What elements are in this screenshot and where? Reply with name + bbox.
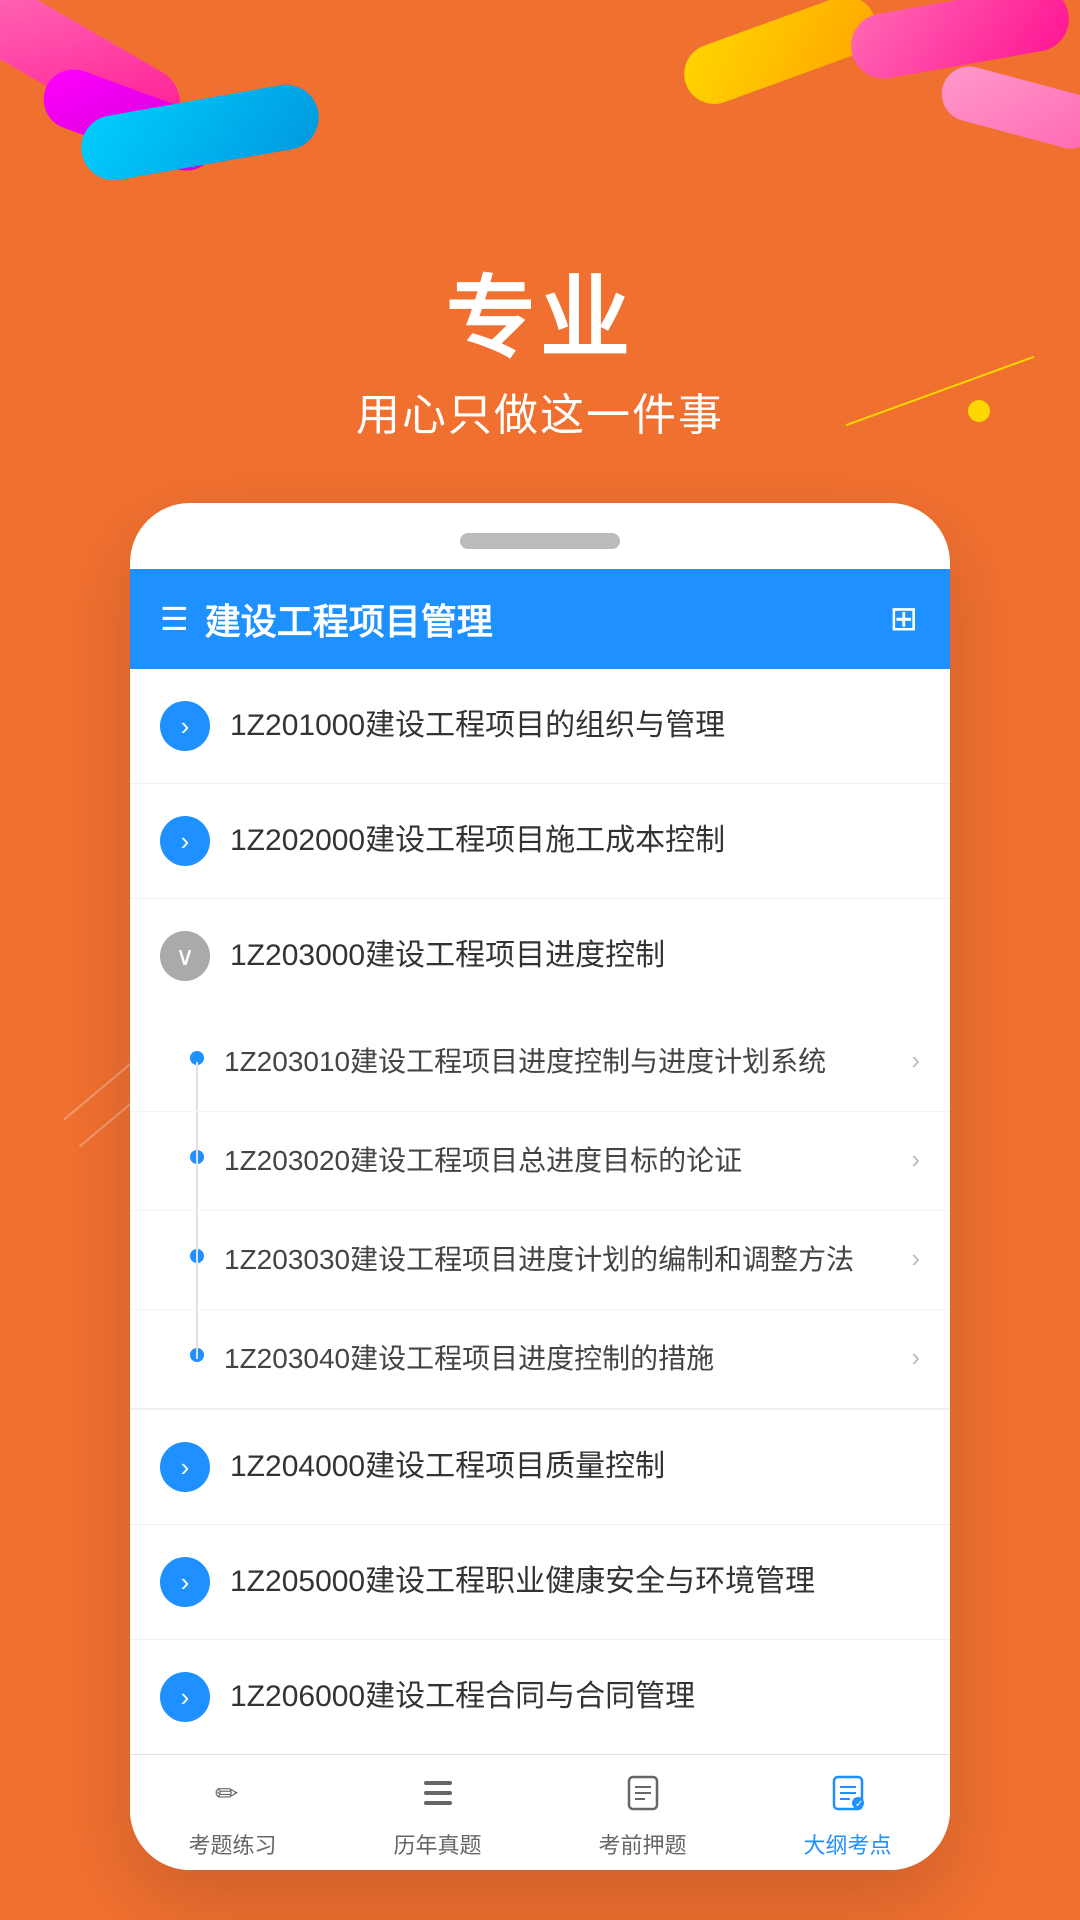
sub-chevron-right-icon: › <box>911 1045 920 1076</box>
list-container: › 1Z201000建设工程项目的组织与管理 › 1Z202000建设工程项目施… <box>130 669 950 1754</box>
chevron-right-icon: › <box>181 1682 190 1713</box>
sub-line <box>196 1211 198 1309</box>
list-item-1Z203000-group: ∨ 1Z203000建设工程项目进度控制 1Z203010建设工程项目进度控制与… <box>130 899 950 1410</box>
sub-chevron-right-icon: › <box>911 1144 920 1175</box>
nav-label-history: 历年真题 <box>393 1828 481 1860</box>
item-1Z201000-text: 1Z201000建设工程项目的组织与管理 <box>230 705 920 747</box>
nav-label-practice: 考题练习 <box>188 1828 276 1860</box>
app-header-left: ☰ 建设工程项目管理 <box>160 593 493 645</box>
item-1Z205000-icon: › <box>160 1557 210 1607</box>
sub-item-1Z203040[interactable]: 1Z203040建设工程项目进度控制的措施 › <box>130 1310 950 1409</box>
hero-section: 专业 用心只做这一件事 <box>0 0 1080 503</box>
item-1Z206000-text: 1Z206000建设工程合同与合同管理 <box>230 1676 920 1718</box>
nav-label-exam: 考前押题 <box>598 1828 686 1860</box>
svg-text:✓: ✓ <box>855 1799 863 1810</box>
history-icon <box>420 1775 456 1820</box>
list-item-1Z203000[interactable]: ∨ 1Z203000建设工程项目进度控制 <box>130 899 950 1013</box>
list-item-1Z201000[interactable]: › 1Z201000建设工程项目的组织与管理 <box>130 669 950 784</box>
exam-icon <box>625 1775 661 1820</box>
sub-item-1Z203020[interactable]: 1Z203020建设工程项目总进度目标的论证 › <box>130 1112 950 1211</box>
app-header-title: 建设工程项目管理 <box>205 593 493 645</box>
list-item-1Z206000[interactable]: › 1Z206000建设工程合同与合同管理 <box>130 1640 950 1754</box>
sub-item-1Z203030-text: 1Z203030建设工程项目进度计划的编制和调整方法 <box>224 1239 891 1281</box>
item-1Z204000-icon: › <box>160 1442 210 1492</box>
nav-item-history[interactable]: 历年真题 <box>335 1775 540 1860</box>
sub-item-1Z203020-text: 1Z203020建设工程项目总进度目标的论证 <box>224 1140 891 1182</box>
practice-icon: ✏ <box>215 1775 251 1820</box>
nav-item-practice[interactable]: ✏ 考题练习 <box>130 1775 335 1860</box>
list-item-1Z205000[interactable]: › 1Z205000建设工程职业健康安全与环境管理 <box>130 1525 950 1640</box>
nav-label-outline: 大纲考点 <box>803 1828 891 1860</box>
outline-icon: ✓ <box>830 1775 866 1820</box>
sub-item-1Z203010-text: 1Z203010建设工程项目进度控制与进度计划系统 <box>224 1041 891 1083</box>
sub-item-1Z203040-text: 1Z203040建设工程项目进度控制的措施 <box>224 1338 891 1380</box>
sub-line <box>196 1062 198 1111</box>
list-item-1Z204000[interactable]: › 1Z204000建设工程项目质量控制 <box>130 1410 950 1525</box>
item-1Z203000-icon: ∨ <box>160 931 210 981</box>
chevron-right-icon: › <box>181 1567 190 1598</box>
chevron-right-icon: › <box>181 711 190 742</box>
grid-icon[interactable]: ⊞ <box>890 599 921 639</box>
item-1Z202000-icon: › <box>160 816 210 866</box>
sub-chevron-right-icon: › <box>911 1243 920 1274</box>
item-1Z206000-icon: › <box>160 1672 210 1722</box>
chevron-down-icon: ∨ <box>175 941 194 972</box>
item-1Z202000-text: 1Z202000建设工程项目施工成本控制 <box>230 820 920 862</box>
bottom-navigation: ✏ 考题练习 历年真题 <box>130 1754 950 1870</box>
list-item-1Z202000[interactable]: › 1Z202000建设工程项目施工成本控制 <box>130 784 950 899</box>
item-1Z201000-icon: › <box>160 701 210 751</box>
sub-item-1Z203030[interactable]: 1Z203030建设工程项目进度计划的编制和调整方法 › <box>130 1211 950 1310</box>
nav-item-exam[interactable]: 考前押题 <box>540 1775 745 1860</box>
item-1Z203000-text: 1Z203000建设工程项目进度控制 <box>230 935 920 977</box>
phone-mockup: ☰ 建设工程项目管理 ⊞ › 1Z201000建设工程项目的组织与管理 › 1Z… <box>130 503 950 1870</box>
phone-notch <box>460 533 620 549</box>
svg-text:✏: ✏ <box>215 1778 238 1809</box>
hero-main-title: 专业 <box>0 270 1080 369</box>
chevron-right-icon: › <box>181 826 190 857</box>
sub-chevron-right-icon: › <box>911 1342 920 1373</box>
sub-line <box>196 1112 198 1210</box>
hero-sub-title: 用心只做这一件事 <box>0 379 1080 443</box>
sub-item-1Z203010[interactable]: 1Z203010建设工程项目进度控制与进度计划系统 › <box>130 1013 950 1112</box>
sub-line <box>196 1310 198 1359</box>
app-header: ☰ 建设工程项目管理 ⊞ <box>130 569 950 669</box>
sub-list-1Z203000: 1Z203010建设工程项目进度控制与进度计划系统 › 1Z203020建设工程… <box>130 1013 950 1410</box>
nav-item-outline[interactable]: ✓ 大纲考点 <box>745 1775 950 1860</box>
menu-icon: ☰ <box>160 600 189 638</box>
chevron-right-icon: › <box>181 1452 190 1483</box>
item-1Z204000-text: 1Z204000建设工程项目质量控制 <box>230 1446 920 1488</box>
item-1Z205000-text: 1Z205000建设工程职业健康安全与环境管理 <box>230 1561 920 1603</box>
